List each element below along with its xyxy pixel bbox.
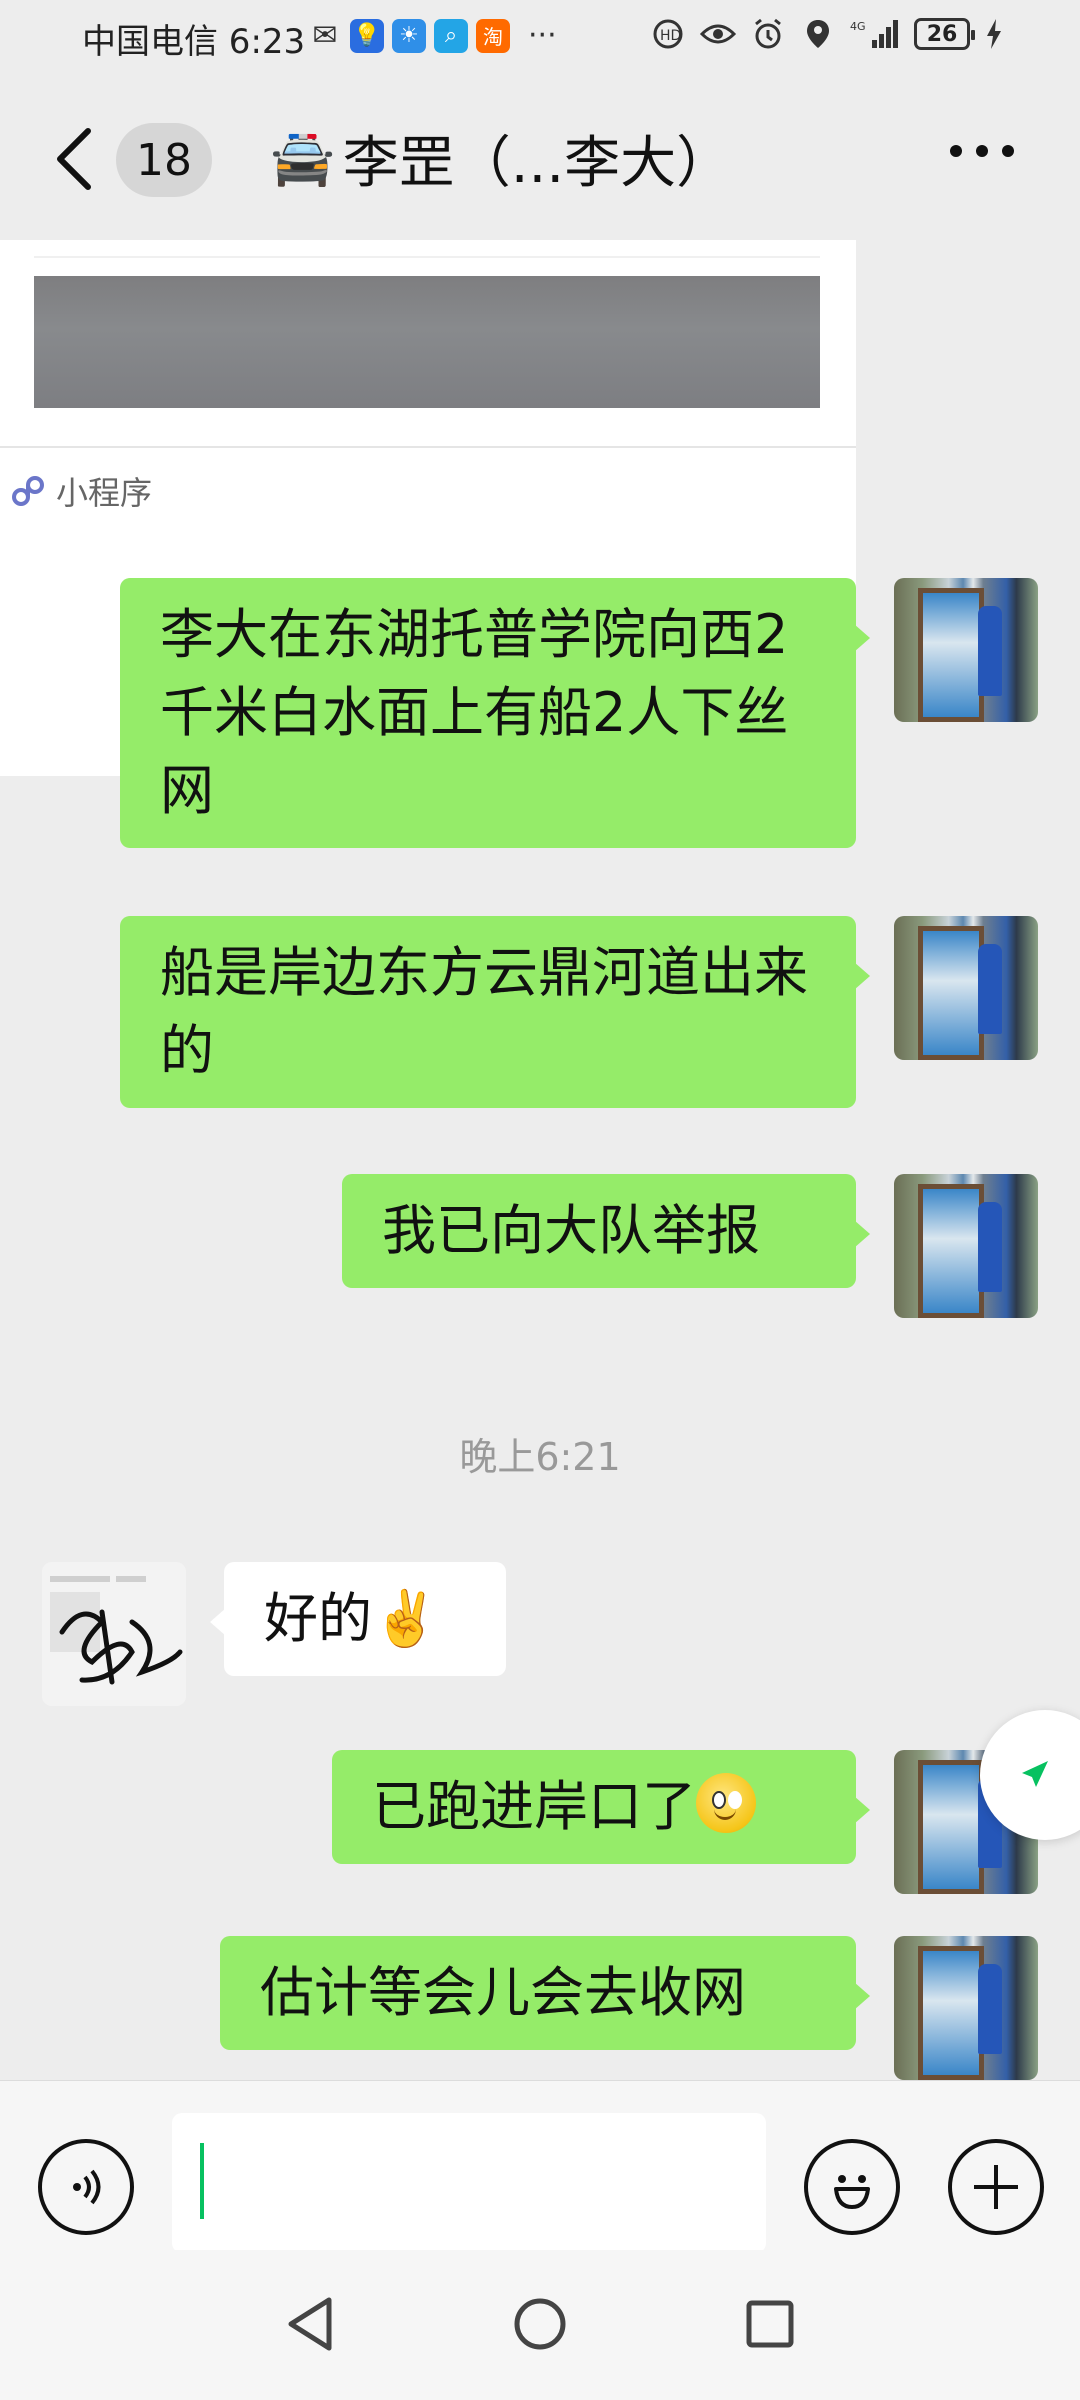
bulb-app-icon: 💡: [350, 18, 384, 53]
plus-icon: [974, 2165, 1018, 2209]
message-timestamp: 晚上6:21: [459, 1435, 621, 1479]
carrier-time: 中国电信 6:23: [82, 22, 306, 62]
hd-icon: HD: [650, 16, 686, 52]
voice-input-button[interactable]: [38, 2139, 134, 2235]
back-button[interactable]: [54, 124, 104, 194]
dot-icon: [976, 145, 988, 157]
message-text: 李大在东湖托普学院向西2千米白水面上有船2人下丝网: [160, 603, 789, 822]
emoji-button[interactable]: [804, 2139, 900, 2235]
more-options-button[interactable]: [950, 145, 1014, 157]
signal-icon: 4G: [850, 16, 900, 52]
chevron-left-icon: [57, 128, 91, 190]
mini-program-icon: [12, 476, 44, 506]
card-divider: [0, 446, 856, 448]
message-text: 已跑进岸口了: [372, 1775, 696, 1838]
card-divider-top: [34, 256, 820, 258]
search-app-icon: ⌕: [434, 18, 468, 53]
send-arrow-icon: [1022, 1761, 1048, 1787]
network-label: 4G: [850, 20, 866, 33]
status-bar: 中国电信 6:23 ✉ 💡 ☀ ⌕ 淘 ··· HD 4G 26: [0, 0, 1080, 80]
message-bubble[interactable]: 估计等会儿会去收网: [220, 1936, 870, 2050]
weather-app-icon: ☀: [392, 18, 426, 53]
battery-indicator: 26: [914, 18, 975, 50]
wechat-icon: ✉: [312, 18, 338, 53]
voice-icon: [73, 2169, 101, 2205]
square-recents-icon: [746, 2300, 794, 2348]
contact-avatar[interactable]: [42, 1562, 186, 1706]
mini-program-label: 小程序: [10, 468, 152, 514]
rolling-eyes-emoji-icon: [696, 1773, 756, 1833]
input-bar: [0, 2080, 1080, 2253]
self-avatar[interactable]: [894, 1936, 1038, 2080]
chat-title[interactable]: 🚔 李罡（...李大）: [270, 118, 732, 199]
nav-recents-button[interactable]: [730, 2284, 810, 2364]
nav-back-button[interactable]: [270, 2284, 350, 2364]
message-bubble[interactable]: 好的✌️: [210, 1562, 506, 1676]
eye-icon: [700, 16, 736, 52]
charging-icon: [984, 16, 1004, 52]
message-text: 好的✌️: [264, 1587, 440, 1650]
triangle-back-icon: [288, 2297, 332, 2351]
svg-text:HD: HD: [660, 28, 681, 44]
mini-program-label-text: 小程序: [56, 474, 153, 512]
message-list[interactable]: 小程序 李大在东湖托普学院向西2千米白水面上有船2人下丝网 船是岸边东方云鼎河道…: [0, 240, 1080, 2080]
message-bubble[interactable]: 我已向大队举报: [342, 1174, 870, 1288]
alarm-icon: [750, 16, 786, 52]
message-text: 估计等会儿会去收网: [260, 1961, 746, 2024]
taobao-app-icon: 淘: [476, 18, 510, 53]
message-bubble[interactable]: 船是岸边东方云鼎河道出来的: [120, 916, 870, 1108]
location-icon: [800, 16, 836, 52]
police-car-icon: 🚔: [270, 129, 335, 189]
signature-avatar-image: [42, 1562, 186, 1706]
system-nav-bar: [0, 2250, 1080, 2400]
chat-header: 18 🚔 李罡（...李大）: [0, 80, 1080, 240]
mini-program-image: [34, 276, 820, 408]
nav-home-button[interactable]: [500, 2284, 580, 2364]
self-avatar[interactable]: [894, 1174, 1038, 1318]
status-right: HD 4G 26: [650, 16, 1004, 52]
message-bubble[interactable]: 已跑进岸口了: [332, 1750, 870, 1864]
unread-count-badge[interactable]: 18: [116, 123, 212, 197]
dot-icon: [950, 145, 962, 157]
message-bubble[interactable]: 李大在东湖托普学院向西2千米白水面上有船2人下丝网: [120, 578, 870, 848]
notification-icons: ✉ 💡 ☀ ⌕ 淘 ···: [308, 18, 557, 53]
smiley-icon: [834, 2175, 870, 2209]
more-notifications-icon: ···: [528, 18, 557, 53]
self-avatar[interactable]: [894, 916, 1038, 1060]
message-text: 我已向大队举报: [382, 1199, 760, 1262]
dot-icon: [1002, 145, 1014, 157]
circle-home-icon: [514, 2298, 566, 2350]
chat-title-text: 李罡（...李大）: [342, 131, 733, 196]
more-functions-button[interactable]: [948, 2139, 1044, 2235]
self-avatar[interactable]: [894, 578, 1038, 722]
message-text: 船是岸边东方云鼎河道出来的: [160, 941, 808, 1082]
message-input[interactable]: [172, 2113, 766, 2253]
text-cursor: [200, 2143, 204, 2219]
